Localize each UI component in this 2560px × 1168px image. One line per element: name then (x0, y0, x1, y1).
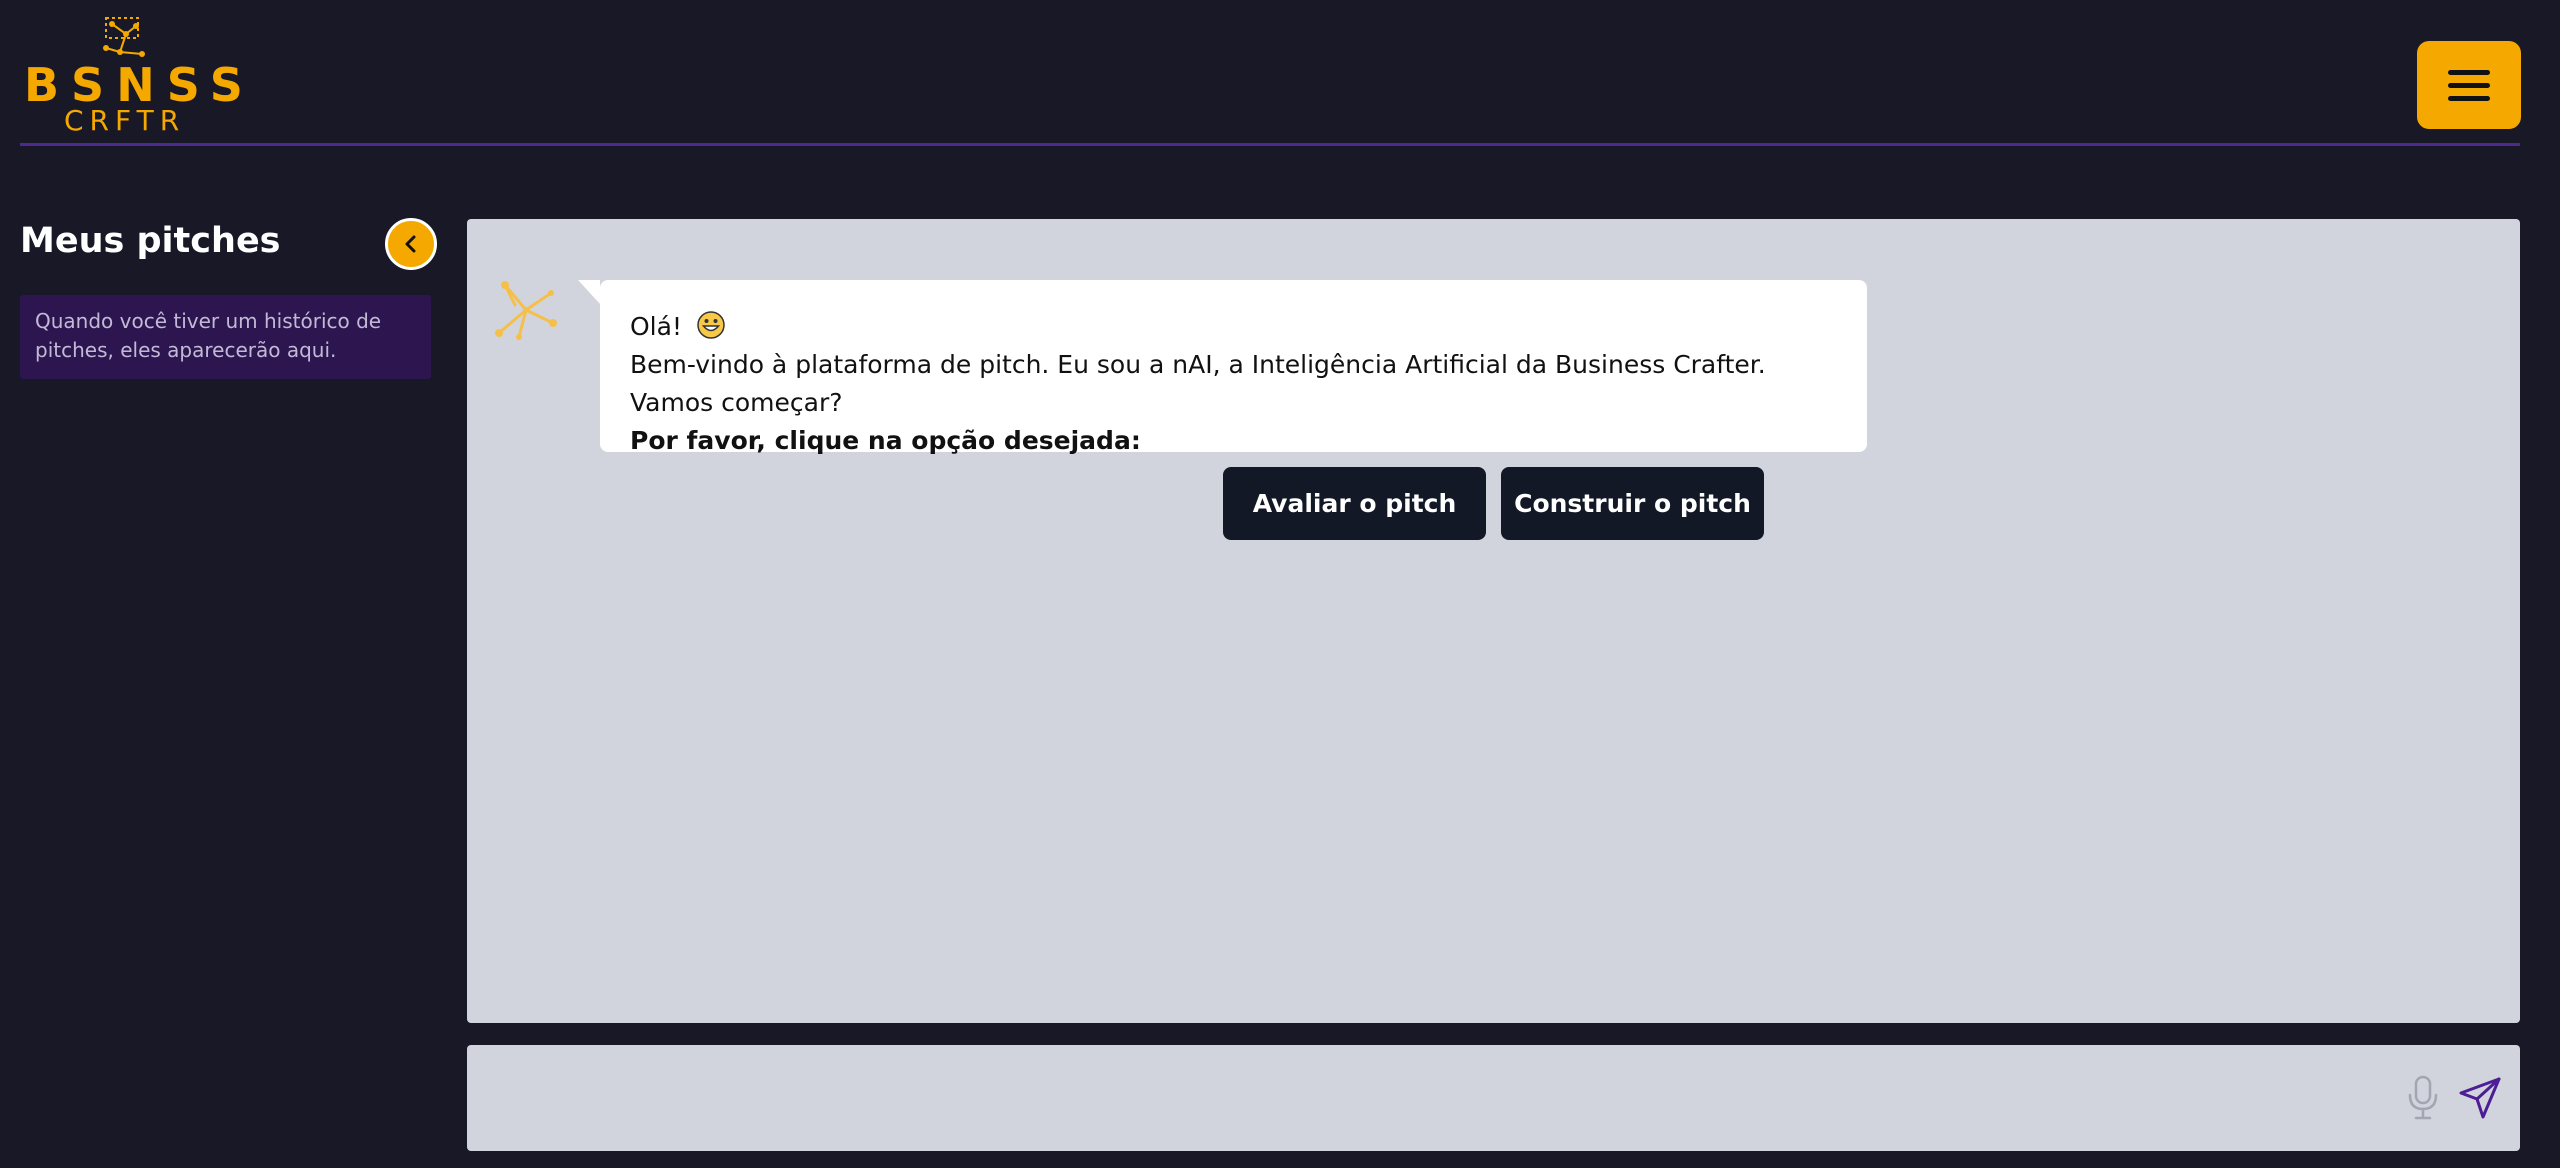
message-composer (467, 1045, 2520, 1151)
brand-name-bottom: CRFTR (64, 104, 186, 137)
grinning-face-icon (697, 311, 725, 339)
brand-logo[interactable]: BSNSS CRFTR (24, 14, 243, 137)
hamburger-menu-icon (2448, 69, 2490, 101)
sidebar-title: Meus pitches (20, 221, 281, 261)
bot-message-bubble: Olá! Bem-vindo à plataforma de pitch. Eu… (578, 280, 1867, 455)
message-greeting-line: Olá! (630, 308, 1837, 346)
evaluate-pitch-button[interactable]: Avaliar o pitch (1223, 467, 1486, 540)
empty-history-note: Quando você tiver um histórico de pitche… (20, 295, 431, 379)
constellation-logo-icon (103, 17, 145, 57)
message-greeting: Olá! (630, 312, 682, 341)
top-header: BSNSS CRFTR (20, 0, 2521, 146)
message-input[interactable] (487, 1063, 2347, 1133)
build-pitch-button[interactable]: Construir o pitch (1501, 467, 1764, 540)
chevron-left-icon (405, 235, 416, 253)
microphone-icon[interactable] (2405, 1075, 2441, 1121)
chat-panel: Olá! Bem-vindo à plataforma de pitch. Eu… (467, 219, 2520, 1023)
collapse-sidebar-button[interactable] (385, 218, 437, 270)
menu-button[interactable] (2417, 41, 2521, 129)
message-body: Bem-vindo à plataforma de pitch. Eu sou … (630, 350, 1766, 417)
send-icon[interactable] (2457, 1075, 2503, 1121)
message-prompt: Por favor, clique na opção desejada: (630, 426, 1141, 455)
app-root: BSNSS CRFTR Meus pitches Quando você tiv… (0, 0, 2560, 1168)
network-nodes-icon (495, 281, 557, 340)
